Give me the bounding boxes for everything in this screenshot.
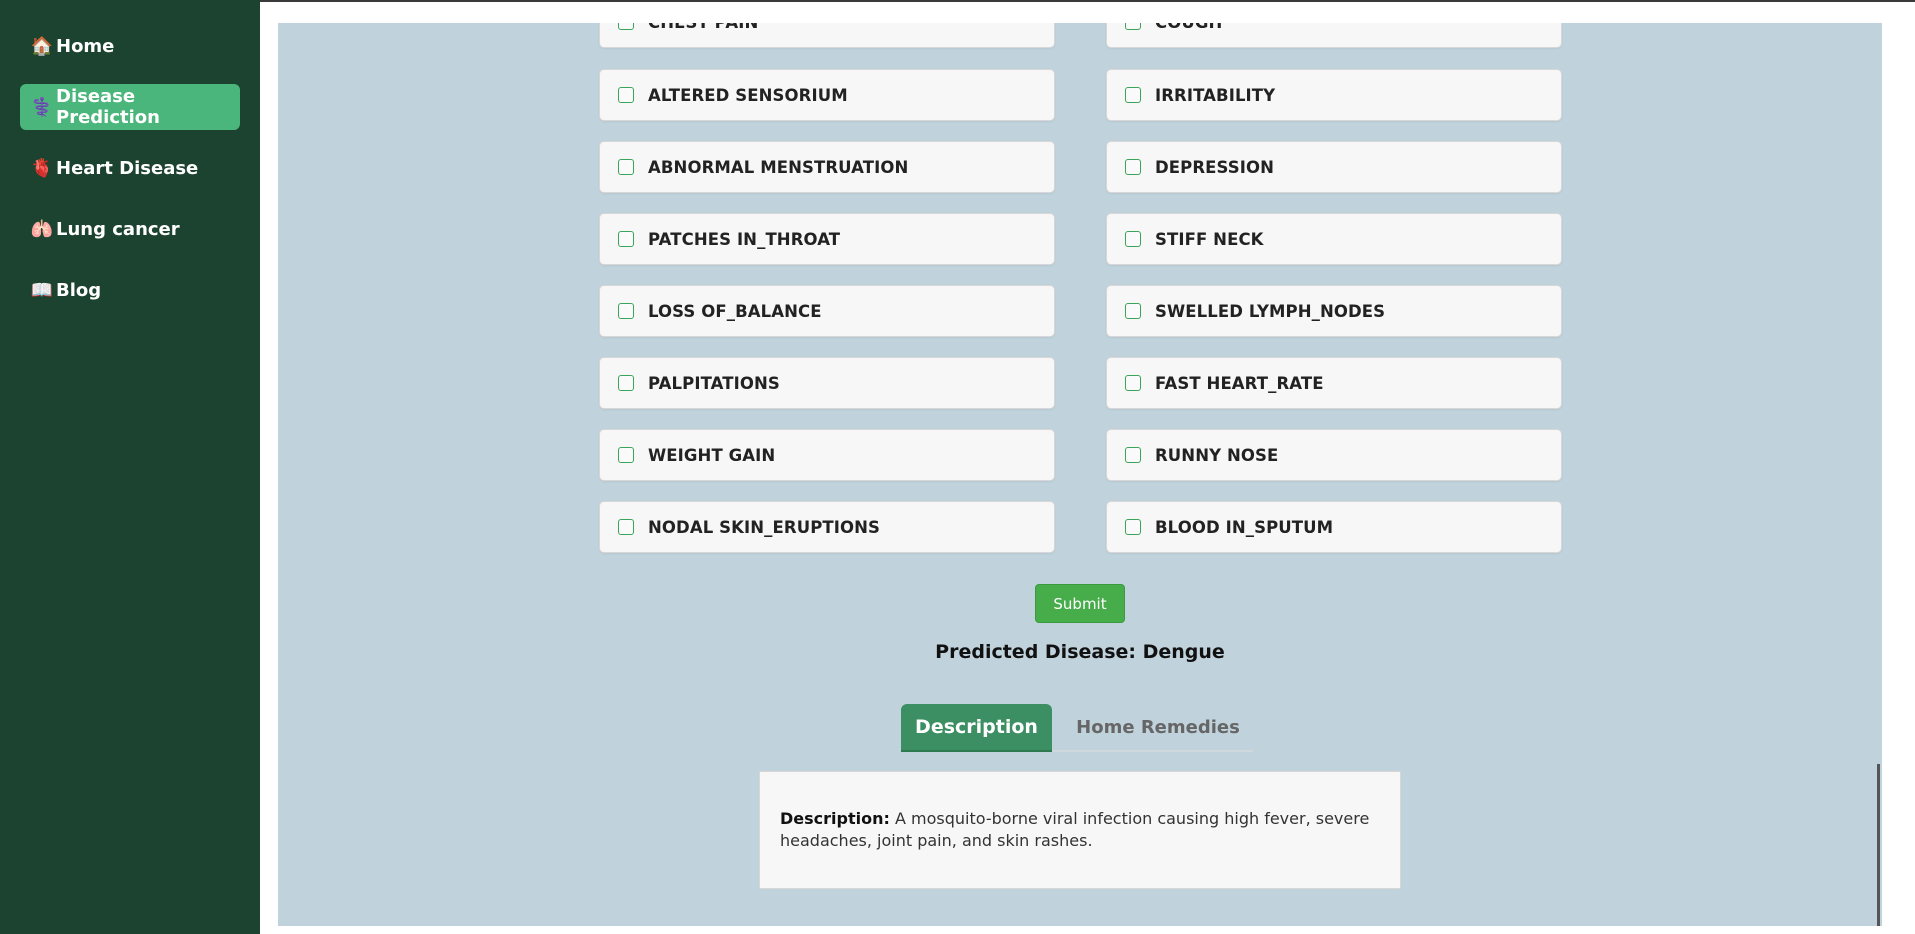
sidebar-item-label: Disease Prediction (56, 86, 160, 128)
symptom-checkbox[interactable] (618, 159, 634, 175)
scrollbar-thumb[interactable] (1877, 764, 1880, 926)
symptom-option[interactable]: STIFF NECK (1106, 213, 1562, 265)
tab-description[interactable]: Description (901, 704, 1052, 752)
symptom-checkbox[interactable] (618, 447, 634, 463)
symptom-checkbox[interactable] (1125, 375, 1141, 391)
symptom-label: PATCHES IN_THROAT (648, 229, 841, 249)
tab-home-remedies[interactable]: Home Remedies (1063, 704, 1253, 750)
symptom-label: ALTERED SENSORIUM (648, 85, 848, 105)
description-panel: Description: A mosquito-borne viral infe… (759, 771, 1401, 889)
symptom-option[interactable]: NODAL SKIN_ERUPTIONS (599, 501, 1055, 553)
symptom-checkbox[interactable] (618, 231, 634, 247)
symptom-label: LOSS OF_BALANCE (648, 301, 822, 321)
symptom-label: FAST HEART_RATE (1155, 373, 1324, 393)
sidebar-item-label: Heart Disease (56, 157, 199, 179)
symptom-option[interactable]: ALTERED SENSORIUM (599, 69, 1055, 121)
symptom-option[interactable]: FAST HEART_RATE (1106, 357, 1562, 409)
symptom-option[interactable]: IRRITABILITY (1106, 69, 1562, 121)
symptom-checkbox[interactable] (618, 375, 634, 391)
symptom-label: COUGH (1155, 23, 1222, 32)
symptom-option[interactable]: ABNORMAL MENSTRUATION (599, 141, 1055, 193)
symptom-checkbox[interactable] (1125, 303, 1141, 319)
sidebar-item-lung-cancer[interactable]: 🫁 Lung cancer (20, 206, 240, 252)
sidebar-item-heart-disease[interactable]: 🫀 Heart Disease (20, 145, 240, 191)
symptom-option[interactable]: WEIGHT GAIN (599, 429, 1055, 481)
symptom-option[interactable]: COUGH (1106, 23, 1562, 48)
symptom-checkbox[interactable] (618, 23, 634, 30)
symptom-label: PALPITATIONS (648, 373, 780, 393)
book-icon: 📖 (30, 279, 54, 301)
description-heading: Description: (780, 809, 890, 828)
symptom-label: STIFF NECK (1155, 229, 1264, 249)
symptom-label: BLOOD IN_SPUTUM (1155, 517, 1334, 537)
symptom-checkbox[interactable] (1125, 231, 1141, 247)
symptom-option[interactable]: RUNNY NOSE (1106, 429, 1562, 481)
symptom-option[interactable]: SWELLED LYMPH_NODES (1106, 285, 1562, 337)
symptom-checkbox[interactable] (1125, 23, 1141, 30)
sidebar-item-disease-prediction[interactable]: ⚕️ Disease Prediction (20, 84, 240, 130)
lungs-icon: 🫁 (30, 218, 54, 240)
symptom-option[interactable]: DEPRESSION (1106, 141, 1562, 193)
main-content: CHEST PAIN ALTERED SENSORIUM ABNORMAL ME… (278, 23, 1882, 926)
symptom-label: DEPRESSION (1155, 157, 1275, 177)
symptom-checkbox[interactable] (1125, 447, 1141, 463)
sidebar-item-blog[interactable]: 📖 Blog (20, 267, 240, 313)
sidebar: 🏠 Home ⚕️ Disease Prediction 🫀 Heart Dis… (0, 0, 260, 934)
symptom-option[interactable]: BLOOD IN_SPUTUM (1106, 501, 1562, 553)
symptom-label: WEIGHT GAIN (648, 445, 776, 465)
symptom-label: NODAL SKIN_ERUPTIONS (648, 517, 881, 537)
predicted-disease: Predicted Disease: Dengue (935, 641, 1225, 663)
symptom-label: RUNNY NOSE (1155, 445, 1279, 465)
symptom-checkbox[interactable] (1125, 159, 1141, 175)
symptom-checkbox[interactable] (618, 87, 634, 103)
submit-button[interactable]: Submit (1035, 584, 1125, 623)
sidebar-item-label: Lung cancer (56, 218, 180, 240)
window-top-border (0, 0, 1915, 2)
symptom-checkbox[interactable] (1125, 519, 1141, 535)
symptom-option[interactable]: LOSS OF_BALANCE (599, 285, 1055, 337)
symptom-label: IRRITABILITY (1155, 85, 1276, 105)
sidebar-item-home[interactable]: 🏠 Home (20, 23, 240, 69)
symptom-checkbox[interactable] (618, 303, 634, 319)
symptom-option[interactable]: CHEST PAIN (599, 23, 1055, 48)
symptom-label: ABNORMAL MENSTRUATION (648, 157, 909, 177)
medical-icon: ⚕️ (30, 96, 54, 118)
heart-icon: 🫀 (30, 157, 54, 179)
sidebar-item-label: Blog (56, 279, 102, 301)
symptom-checkbox[interactable] (618, 519, 634, 535)
symptom-checkbox[interactable] (1125, 87, 1141, 103)
symptom-option[interactable]: PALPITATIONS (599, 357, 1055, 409)
symptom-label: SWELLED LYMPH_NODES (1155, 301, 1386, 321)
house-icon: 🏠 (30, 35, 54, 57)
symptom-option[interactable]: PATCHES IN_THROAT (599, 213, 1055, 265)
symptom-label: CHEST PAIN (648, 23, 758, 32)
sidebar-item-label: Home (56, 35, 115, 57)
